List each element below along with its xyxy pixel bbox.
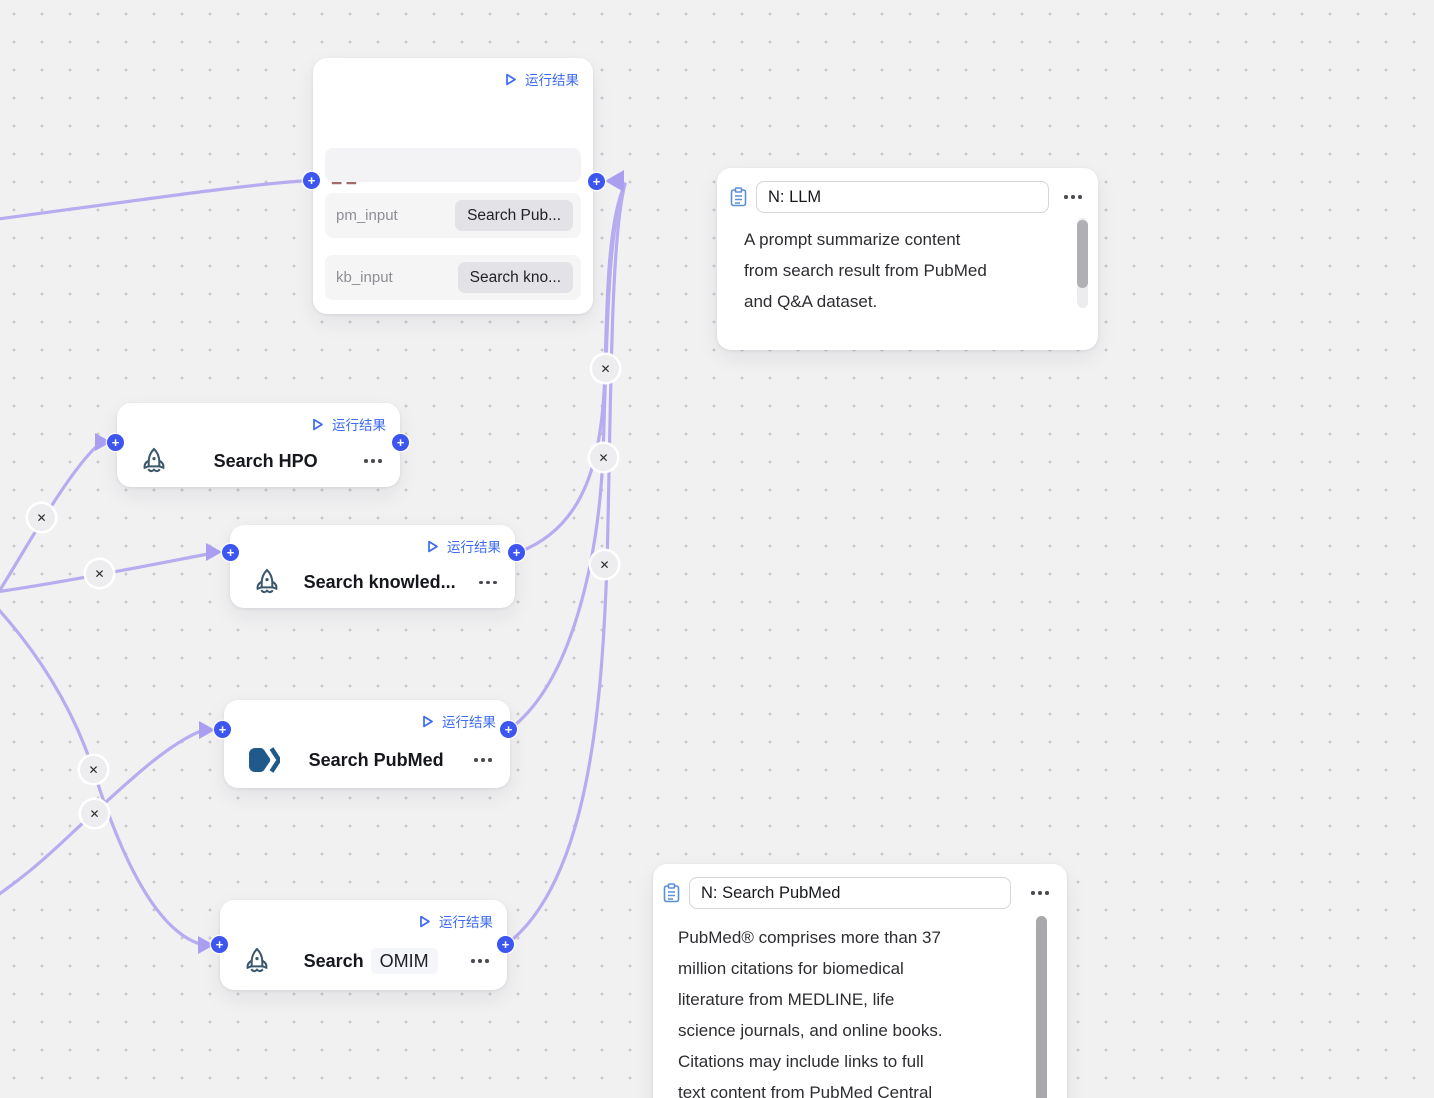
edge-delete-button[interactable]: ✕ [86, 560, 113, 587]
node-search-hpo[interactable]: 运行结果 Search HPO [117, 403, 400, 487]
more-menu-button[interactable] [1062, 191, 1084, 203]
more-menu-button[interactable] [477, 577, 499, 589]
run-results-label: 运行结果 [439, 911, 493, 931]
edge-delete-button[interactable]: ✕ [592, 355, 619, 382]
note-search-pubmed[interactable]: PubMed® comprises more than 37 million c… [653, 864, 1067, 1098]
rocket-icon [252, 567, 282, 598]
node-search-omim[interactable]: 运行结果 Search OMIM [220, 900, 507, 990]
run-results-link[interactable]: 运行结果 [417, 911, 493, 931]
note-icon [730, 187, 747, 207]
note-name-input[interactable] [756, 181, 1049, 213]
port-omim-left[interactable]: + [211, 936, 228, 953]
llm-empty-field[interactable] [325, 148, 581, 182]
port-llm-left[interactable]: + [303, 172, 320, 189]
more-menu-button[interactable] [472, 754, 494, 766]
port-llm-right[interactable]: + [588, 173, 605, 190]
param-label: kb_input [336, 269, 393, 286]
run-results-link[interactable]: 运行结果 [420, 711, 496, 731]
node-title-prefix: Search [304, 951, 364, 971]
port-pubmed-right[interactable]: + [500, 721, 517, 738]
rocket-icon [139, 446, 169, 477]
more-menu-button[interactable] [469, 955, 491, 967]
play-icon [420, 714, 435, 729]
param-value-pill[interactable]: Search Pub... [455, 200, 573, 231]
run-results-label: 运行结果 [447, 536, 501, 556]
run-results-link[interactable]: 运行结果 [310, 414, 386, 434]
scrollbar-thumb[interactable] [1077, 220, 1088, 288]
edge-delete-button[interactable]: ✕ [590, 444, 617, 471]
arrowhead-knowledge-input [206, 543, 222, 561]
scrollbar-thumb[interactable] [1036, 916, 1047, 1098]
play-icon [425, 539, 440, 554]
run-results-link[interactable]: 运行结果 [503, 69, 579, 89]
edge-delete-button[interactable]: ✕ [81, 800, 108, 827]
param-row-kb-input: kb_input Search kno... [325, 255, 581, 300]
node-title: Search OMIM [272, 951, 469, 972]
param-row-pm-input: pm_input Search Pub... [325, 193, 581, 238]
pubmed-icon [246, 745, 280, 775]
note-body-text[interactable]: A prompt summarize content from search r… [744, 224, 1064, 312]
note-llm[interactable]: A prompt summarize content from search r… [717, 168, 1098, 350]
more-menu-button[interactable] [362, 455, 384, 467]
workflow-canvas[interactable]: { "colors": { "canvas_bg": "#f1f1f2", "e… [0, 0, 1434, 1098]
note-name-input[interactable] [689, 877, 1011, 909]
note-body-text[interactable]: PubMed® comprises more than 37 million c… [678, 922, 1030, 1098]
run-results-link[interactable]: 运行结果 [425, 536, 501, 556]
run-results-label: 运行结果 [442, 711, 496, 731]
param-label: pm_input [336, 207, 398, 224]
run-results-label: 运行结果 [332, 414, 386, 434]
run-results-label: 运行结果 [525, 69, 579, 89]
node-title: Search knowled... [282, 572, 477, 593]
note-icon [663, 883, 680, 903]
port-omim-right[interactable]: + [497, 936, 514, 953]
rocket-icon [242, 946, 272, 977]
param-value-pill[interactable]: Search kno... [458, 262, 573, 293]
edge-delete-button[interactable]: ✕ [28, 504, 55, 531]
play-icon [503, 72, 518, 87]
play-icon [417, 914, 432, 929]
arrowhead-llm-input [605, 170, 624, 192]
edge-delete-button[interactable]: ✕ [80, 756, 107, 783]
node-title-edit-field[interactable]: OMIM [371, 948, 438, 974]
node-llm[interactable]: 运行结果 LLM pm_input Search Pub... kb_input… [313, 58, 593, 314]
node-title: Search HPO [169, 451, 362, 472]
edge-into-hpo[interactable] [0, 445, 98, 618]
port-hpo-right[interactable]: + [392, 434, 409, 451]
port-knowledge-left[interactable]: + [222, 544, 239, 561]
arrowhead-pubmed-input [199, 721, 215, 739]
node-title: Search PubMed [280, 750, 472, 771]
port-hpo-left[interactable]: + [107, 434, 124, 451]
edge-into-llm-left[interactable] [0, 181, 303, 222]
more-menu-button[interactable] [1029, 887, 1051, 899]
node-search-pubmed[interactable]: 运行结果 Search PubMed [224, 700, 510, 788]
play-icon [310, 417, 325, 432]
port-pubmed-left[interactable]: + [214, 721, 231, 738]
port-knowledge-right[interactable]: + [508, 544, 525, 561]
edge-delete-button[interactable]: ✕ [591, 551, 618, 578]
node-search-knowledge[interactable]: 运行结果 Search knowled... [230, 525, 515, 608]
